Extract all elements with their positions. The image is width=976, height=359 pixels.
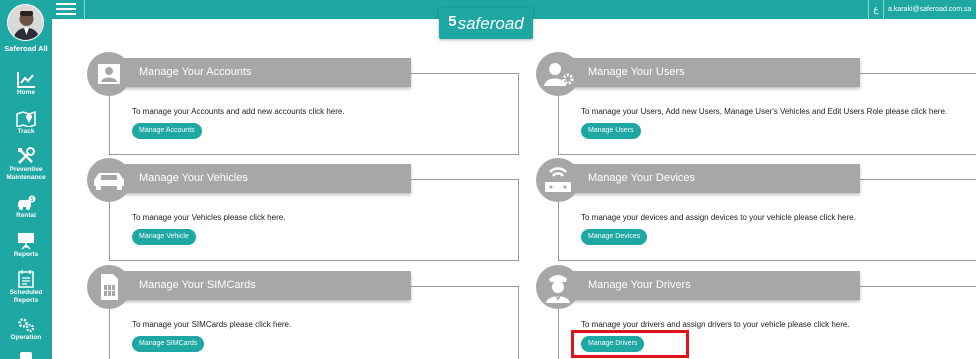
saferoad-logo: 5saferoad [439,8,533,39]
sidebar-item-scheduled-reports[interactable]: Scheduled Reports [0,270,52,305]
car-icon: $ [18,195,36,210]
sidebar-item-label: Home [16,89,36,96]
driver-icon [536,265,580,309]
sim-card-icon [87,265,131,309]
sidebar-item-home[interactable]: Home [0,72,52,97]
id-card-icon [87,52,131,96]
language-toggle[interactable]: ع [868,0,884,19]
user-email[interactable]: a.karaki@saferoad.com.sa [888,0,971,19]
divider [84,0,85,19]
manage-devices-button[interactable]: Manage Devices [581,229,648,245]
sidebar-item-operation[interactable]: Operation [0,317,52,342]
more-icon [20,352,32,359]
card-title: Manage Your Users [588,66,685,78]
calendar-icon [18,270,34,288]
sidebar-item-rental[interactable]: $ Rental [0,195,52,220]
sidebar-item-label: Reports [13,251,39,258]
card-description: To manage your drivers and assign driver… [581,320,850,329]
gears-icon [18,318,35,333]
card-title: Manage Your Vehicles [139,172,248,184]
sidebar-item-label: Preventive Maintenance [6,166,46,181]
card-description: To manage your Accounts and add new acco… [132,107,345,116]
card-description: To manage your SIMCards please click her… [132,320,292,329]
avatar[interactable] [7,4,44,41]
card-description: To manage your Vehicles please click her… [132,213,286,222]
svg-text:$: $ [31,197,34,203]
card-description: To manage your Users, Add new Users, Man… [581,107,948,116]
tools-icon [18,147,35,164]
chart-icon [17,72,35,88]
sidebar-item-label: Rental [16,212,36,219]
sidebar-item-track[interactable]: Track [0,110,52,136]
sidebar-item-preventive-maintenance[interactable]: Preventive Maintenance [0,147,52,182]
map-pin-icon [16,110,36,127]
account-name: Saferoad All [4,44,48,53]
car-front-icon [87,158,131,202]
user-gear-icon [536,52,580,96]
card-title: Manage Your Accounts [139,66,252,78]
router-icon [536,158,580,202]
card-title: Manage Your Drivers [588,279,691,291]
sidebar-item-label: Operation [10,334,42,341]
sidebar: Saferoad All Home Track Preventive Maint… [0,0,52,359]
card-title: Manage Your SIMCards [139,279,256,291]
presentation-icon [18,233,34,250]
menu-icon[interactable] [56,3,76,16]
sidebar-item-label: Track [17,128,35,135]
manage-accounts-button[interactable]: Manage Accounts [132,123,202,139]
manage-users-button[interactable]: Manage Users [581,123,641,139]
card-description: To manage your devices and assign device… [581,213,856,222]
manage-simcards-button[interactable]: Manage SIMCards [132,336,205,352]
manage-vehicle-button[interactable]: Manage Vehicle [132,229,196,245]
sidebar-item-label: Scheduled Reports [9,289,43,304]
sidebar-item-reports[interactable]: Reports [0,232,52,259]
highlight-box [571,330,689,358]
card-title: Manage Your Devices [588,172,696,184]
